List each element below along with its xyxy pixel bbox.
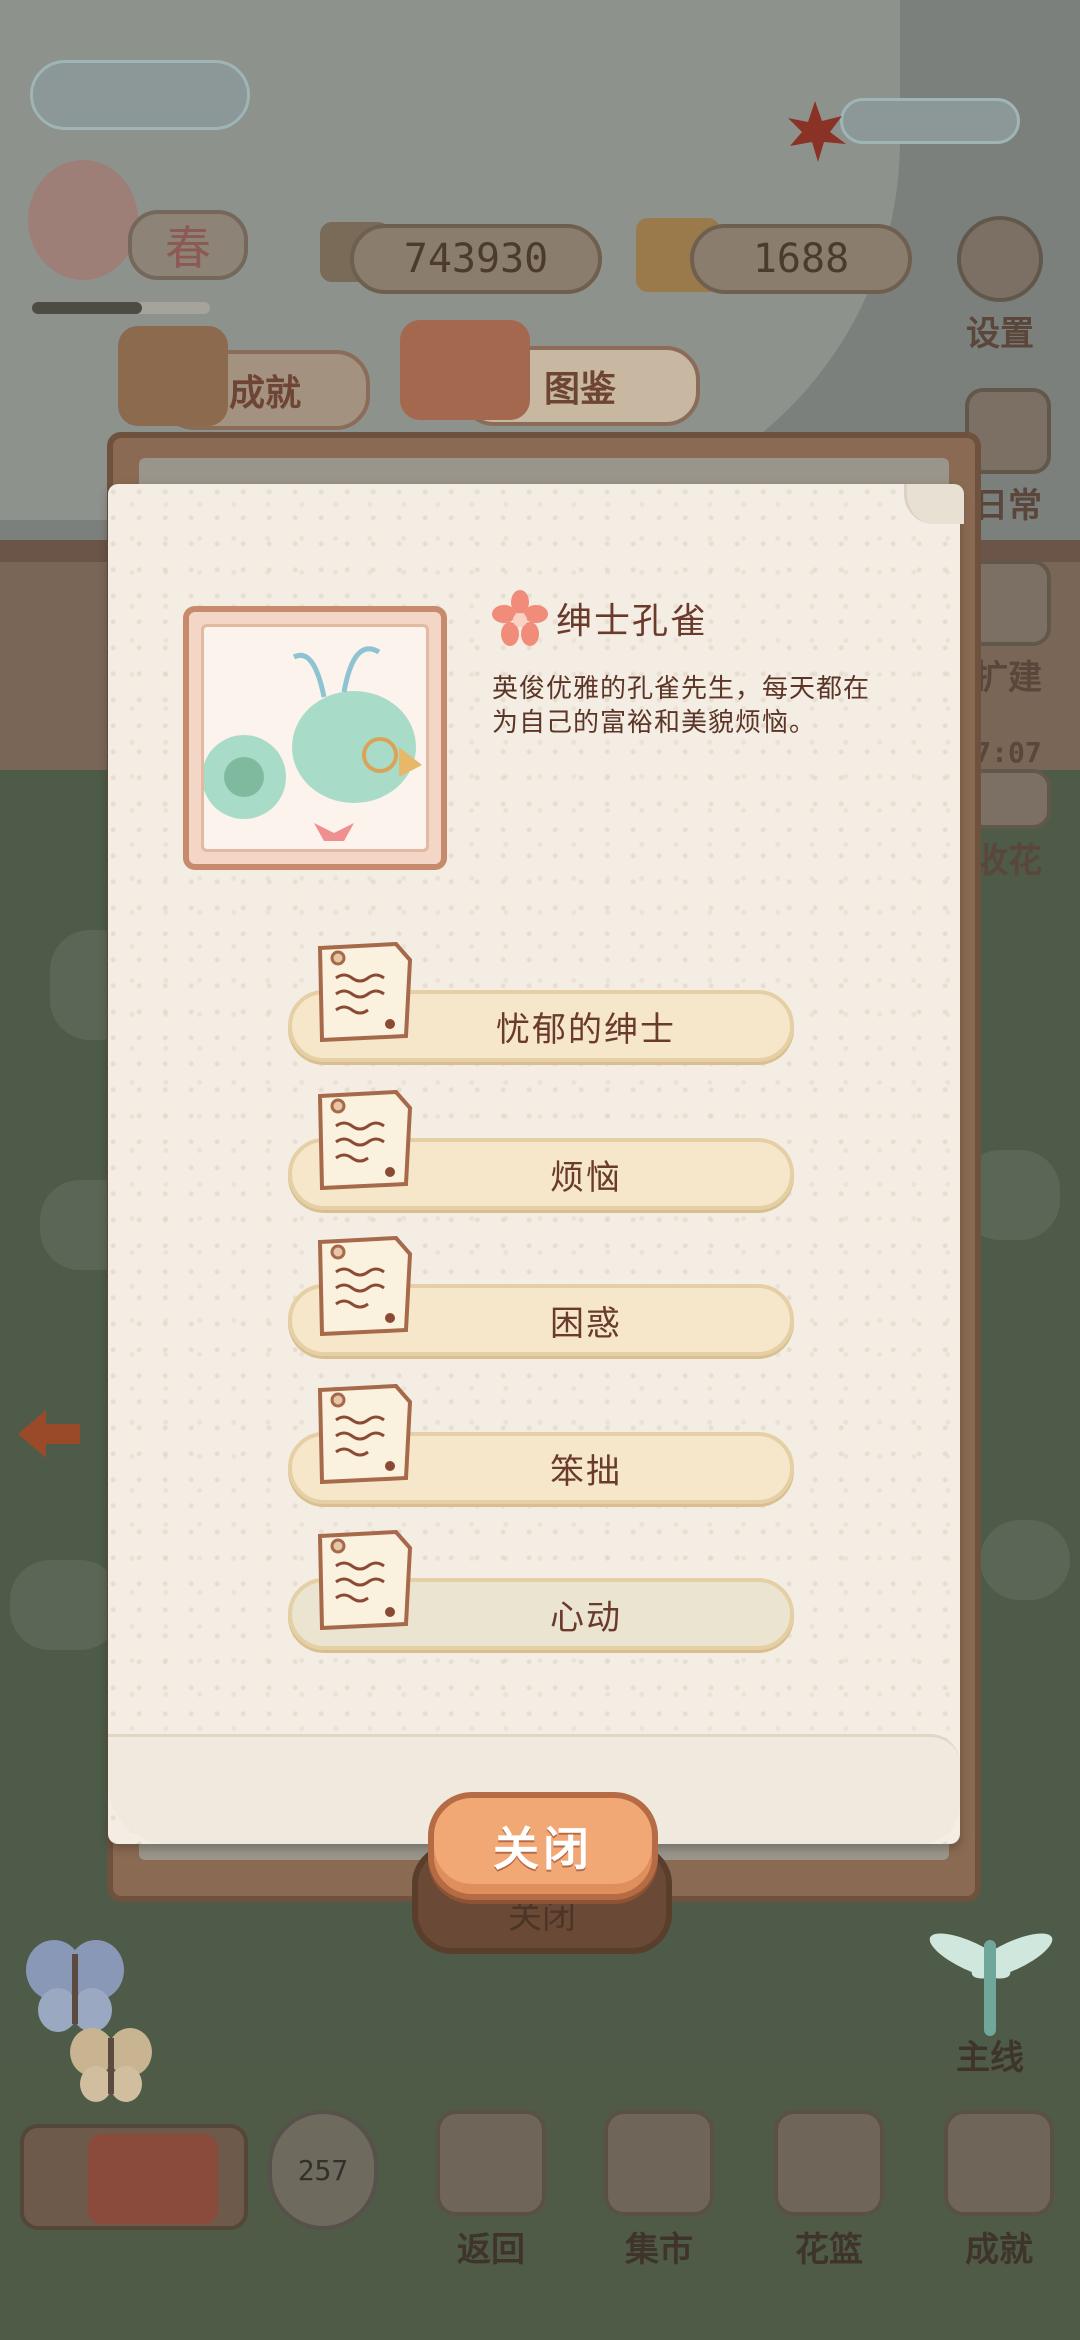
- story-entry[interactable]: 心动: [288, 1529, 794, 1650]
- timer-value: 257: [297, 2153, 349, 2187]
- season-progress-fill: [32, 302, 143, 314]
- letter-note-icon: [312, 1383, 416, 1485]
- cloud: [30, 60, 250, 130]
- book-icon: [400, 320, 530, 420]
- bottom-item-flower-basket[interactable]: 花篮: [770, 2110, 888, 2271]
- letter-note-icon: [312, 1089, 416, 1191]
- peacock-portrait-image: [201, 624, 429, 852]
- bottom-item-label: 集市: [625, 2230, 693, 2270]
- bottom-item-label: 花篮: [795, 2230, 863, 2270]
- season-indicator[interactable]: 春: [18, 160, 248, 290]
- fish-counter: 743930: [350, 224, 602, 294]
- side-item-label: 收花: [974, 841, 1042, 881]
- settings-label: 设置: [966, 314, 1034, 354]
- mainline-label: 主线: [956, 2038, 1024, 2078]
- maple-leaf-icon: [780, 96, 850, 166]
- window-icon: [436, 2110, 546, 2216]
- season-label: 春: [128, 210, 248, 280]
- side-item-label: 扩建: [974, 658, 1042, 698]
- character-name-row: 绅士孔雀: [492, 590, 708, 646]
- letter-note-icon: [312, 1529, 416, 1631]
- left-arrow-icon[interactable]: [14, 1404, 84, 1464]
- dragonfly-icon: [920, 1920, 1060, 2040]
- character-description: 英俊优雅的孔雀先生，每天都在为自己的富裕和美貌烦恼。: [492, 674, 871, 738]
- flower-badge-icon: [492, 590, 548, 646]
- butterfly-icon[interactable]: [66, 2018, 156, 2108]
- close-button[interactable]: 关闭: [428, 1792, 658, 1900]
- story-entry[interactable]: 笨拙: [288, 1383, 794, 1504]
- bottom-item-market[interactable]: 集市: [600, 2110, 718, 2271]
- stepping-stone: [980, 1520, 1070, 1600]
- letter-note-icon: [312, 1235, 416, 1337]
- settings-button[interactable]: 设置: [952, 216, 1048, 355]
- season-progress-bar: [32, 302, 210, 314]
- paper-curl-top: [904, 484, 964, 524]
- bottom-item-achievements[interactable]: 成就: [940, 2110, 1058, 2271]
- cherry-tree-icon: [28, 160, 138, 280]
- mouse-timer[interactable]: 257: [268, 2110, 378, 2230]
- bottom-item-return[interactable]: 返回: [432, 2110, 550, 2271]
- watering-can-button[interactable]: [20, 2124, 248, 2230]
- stepping-stone: [10, 1560, 120, 1650]
- character-name: 绅士孔雀: [556, 601, 709, 642]
- market-stall-icon: [604, 2110, 714, 2216]
- bottom-item-label: 成就: [965, 2230, 1033, 2270]
- bottom-item-label: 返回: [457, 2230, 525, 2270]
- cloud: [840, 98, 1020, 144]
- watering-can-icon: [88, 2134, 218, 2224]
- story-entry[interactable]: 烦恼: [288, 1089, 794, 1210]
- story-entry[interactable]: 困惑: [288, 1235, 794, 1356]
- story-entry[interactable]: 忧郁的绅士: [288, 941, 794, 1062]
- cheese-counter: 1688: [690, 224, 912, 294]
- letter-note-icon: [312, 941, 416, 1043]
- gear-icon: [957, 216, 1043, 302]
- trophy-icon: [944, 2110, 1054, 2216]
- flower-basket-icon: [774, 2110, 884, 2216]
- timer-label: 7:07: [974, 736, 1042, 769]
- mainline-button[interactable]: 主线: [920, 1920, 1060, 2080]
- character-portrait: [183, 606, 447, 870]
- side-item-label: 日常: [974, 486, 1042, 526]
- trophy-icon: [118, 326, 228, 426]
